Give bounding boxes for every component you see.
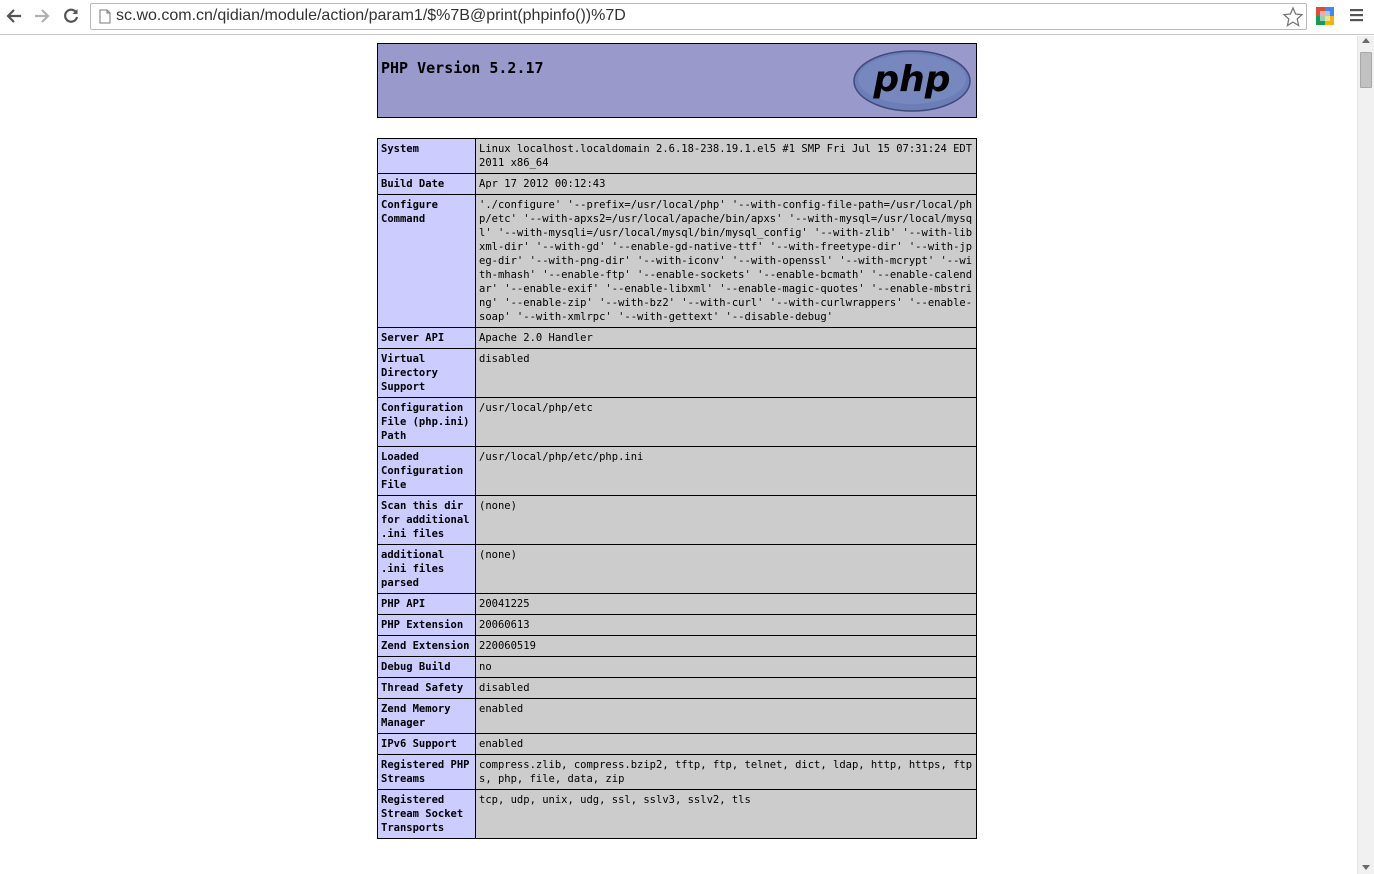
row-label: IPv6 Support (377, 733, 476, 755)
table-row: IPv6 Support enabled (377, 733, 977, 755)
row-label: Configure Command (377, 194, 476, 328)
bookmark-star-icon[interactable] (1282, 6, 1304, 28)
table-row: Scan this dir for additional .ini files(… (377, 495, 977, 545)
table-row: Server API Apache 2.0 Handler (377, 327, 977, 349)
row-value: enabled (475, 733, 977, 755)
table-row: Configure Command './configure' '--prefix… (377, 194, 977, 328)
extension-icon[interactable] (1315, 6, 1335, 26)
table-row: Build Date Apr 17 2012 00:12:43 (377, 173, 977, 195)
row-label: Thread Safety (377, 677, 476, 699)
row-label: PHP API (377, 593, 476, 615)
vertical-scrollbar[interactable] (1357, 36, 1374, 874)
menu-icon[interactable] (1349, 7, 1365, 23)
row-value: /usr/local/php/etc (475, 397, 977, 447)
row-value: Apache 2.0 Handler (475, 327, 977, 349)
row-value: (none) (475, 544, 977, 594)
table-row: Loaded Configuration File/usr/local/php/… (377, 446, 977, 496)
row-label: PHP Extension (377, 614, 476, 636)
row-label: Debug Build (377, 656, 476, 678)
table-row: Zend Memory Manager enabled (377, 698, 977, 734)
reload-button[interactable] (59, 4, 83, 28)
row-label: additional .ini files parsed (377, 544, 476, 594)
row-label: Zend Extension (377, 635, 476, 657)
table-row: Registered PHP Streams compress.zlib, com… (377, 754, 977, 790)
row-label: Scan this dir for additional .ini files (377, 495, 476, 545)
row-value: disabled (475, 348, 977, 398)
table-row: Zend Extension 220060519 (377, 635, 977, 657)
address-bar[interactable]: sc.wo.com.cn/qidian/module/action/param1… (90, 3, 1307, 30)
table-row: PHP API 20041225 (377, 593, 977, 615)
page-icon (99, 9, 111, 24)
url-text[interactable]: sc.wo.com.cn/qidian/module/action/param1… (116, 7, 626, 25)
row-value: /usr/local/php/etc/php.ini (475, 446, 977, 496)
scroll-thumb[interactable] (1360, 52, 1372, 88)
forward-arrow-icon (35, 9, 50, 23)
row-value: compress.zlib, compress.bzip2, tftp, ftp… (475, 754, 977, 790)
table-row: PHP Extension 20060613 (377, 614, 977, 636)
page-viewport: PHP Version 5.2.17 php System Linux local… (0, 36, 1357, 874)
table-row: Configuration File (php.ini) Path/usr/lo… (377, 397, 977, 447)
back-arrow-icon (6, 9, 21, 23)
row-label: System (377, 138, 476, 174)
row-label: Server API (377, 327, 476, 349)
row-label: Build Date (377, 173, 476, 195)
row-label: Configuration File (php.ini) Path (377, 397, 476, 447)
forward-button[interactable] (30, 4, 54, 28)
row-value: 20060613 (475, 614, 977, 636)
row-label: Zend Memory Manager (377, 698, 476, 734)
scroll-down-arrow-icon[interactable] (1362, 865, 1370, 870)
table-row: System Linux localhost.localdomain 2.6.18… (377, 138, 977, 174)
table-row: Debug Build no (377, 656, 977, 678)
table-row: additional .ini files parsed (none) (377, 544, 977, 594)
php-header: PHP Version 5.2.17 php (377, 43, 977, 118)
php-logo: php (853, 50, 971, 112)
row-value: enabled (475, 698, 977, 734)
table-row: Registered Stream Socket Transports tcp, … (377, 789, 977, 839)
row-label: Registered Stream Socket Transports (377, 789, 476, 839)
row-value: tcp, udp, unix, udg, ssl, sslv3, sslv2, … (475, 789, 977, 839)
row-value: './configure' '--prefix=/usr/local/php' … (475, 194, 977, 328)
row-value: Apr 17 2012 00:12:43 (475, 173, 977, 195)
php-logo-text: php (872, 59, 950, 100)
scroll-up-arrow-icon[interactable] (1362, 38, 1370, 43)
php-info-table: System Linux localhost.localdomain 2.6.18… (377, 138, 977, 839)
row-label: Loaded Configuration File (377, 446, 476, 496)
back-button[interactable] (2, 4, 26, 28)
table-row: Thread Safety disabled (377, 677, 977, 699)
row-value: 220060519 (475, 635, 977, 657)
row-value: 20041225 (475, 593, 977, 615)
row-label: Virtual Directory Support (377, 348, 476, 398)
browser-toolbar: sc.wo.com.cn/qidian/module/action/param1… (0, 0, 1374, 35)
row-value: (none) (475, 495, 977, 545)
table-row: Virtual Directory Support disabled (377, 348, 977, 398)
row-label: Registered PHP Streams (377, 754, 476, 790)
row-value: disabled (475, 677, 977, 699)
row-value: Linux localhost.localdomain 2.6.18-238.1… (475, 138, 977, 174)
page-title: PHP Version 5.2.17 (381, 59, 544, 77)
row-value: no (475, 656, 977, 678)
reload-icon (64, 8, 79, 23)
